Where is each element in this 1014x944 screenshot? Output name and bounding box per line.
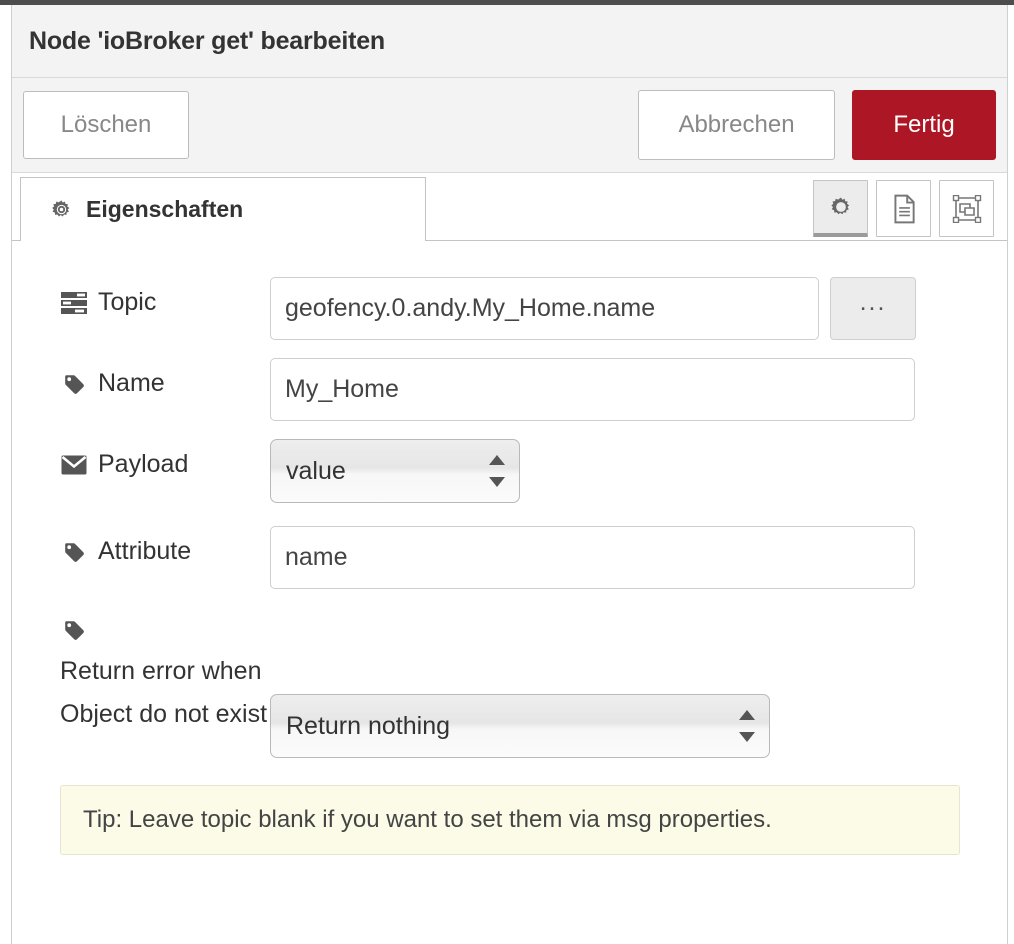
delete-button[interactable]: Löschen [23,91,189,159]
form-row-topic: Topic ... [12,277,1007,340]
dialog-tabbar: Eigenschaften [12,173,1007,241]
return-error-field: Return nothing [270,607,1007,763]
gear-icon [49,197,74,222]
name-label-text: Name [98,369,165,397]
return-error-select[interactable]: Return nothing [270,694,770,758]
return-error-label: Return error when Object do not exist [60,607,270,736]
tag-icon [60,366,88,401]
payload-select[interactable]: value [270,439,520,503]
tab-properties[interactable]: Eigenschaften [20,177,426,241]
tab-properties-label: Eigenschaften [86,196,244,222]
payload-select-value: value [286,457,346,485]
tag-icon [60,613,88,648]
node-edit-dialog: Node 'ioBroker get' bearbeiten Löschen A… [11,5,1008,944]
dialog-action-bar: Löschen Abbrechen Fertig [12,78,1007,173]
chevron-updown-icon [489,454,505,488]
topic-label: Topic [60,277,270,320]
form-row-attribute: Attribute [12,526,1007,589]
return-error-select-value: Return nothing [286,712,451,740]
attribute-label: Attribute [60,526,270,569]
appearance-tool-button[interactable] [939,180,994,237]
attribute-label-text: Attribute [98,537,192,565]
topic-input-group: ... [270,277,1007,340]
done-button[interactable]: Fertig [852,90,996,160]
name-label: Name [60,358,270,401]
gear-icon [828,194,854,220]
attribute-field [270,526,1007,589]
list-icon [60,285,88,320]
description-tool-button[interactable] [876,180,931,237]
payload-label: Payload [60,439,270,482]
name-input[interactable] [270,358,915,421]
tip-box: Tip: Leave topic blank if you want to se… [60,785,960,855]
cancel-button[interactable]: Abbrechen [638,90,835,160]
page-title: Node 'ioBroker get' bearbeiten [29,26,385,55]
topic-input[interactable] [270,277,819,340]
chevron-updown-icon [739,709,755,743]
form-row-payload: Payload value [12,439,1007,508]
attribute-input[interactable] [270,526,915,589]
envelope-icon [60,447,88,482]
dialog-titlebar: Node 'ioBroker get' bearbeiten [12,5,1007,78]
payload-label-text: Payload [98,450,189,478]
return-error-label-text: Return error when Object do not exist [60,657,268,728]
node-properties-form: Topic ... Name [12,241,1007,855]
topic-field: ... [270,277,1007,340]
form-row-return-error: Return error when Object do not exist Re… [12,607,1007,763]
document-icon [891,194,917,224]
properties-tool-button[interactable] [813,180,868,237]
tag-icon [60,534,88,569]
form-row-name: Name [12,358,1007,421]
topic-label-text: Topic [98,288,157,316]
name-field [270,358,1007,421]
payload-field: value [270,439,1007,508]
tool-button-group [813,180,994,237]
appearance-icon [952,194,982,223]
topic-browse-button[interactable]: ... [830,277,916,340]
